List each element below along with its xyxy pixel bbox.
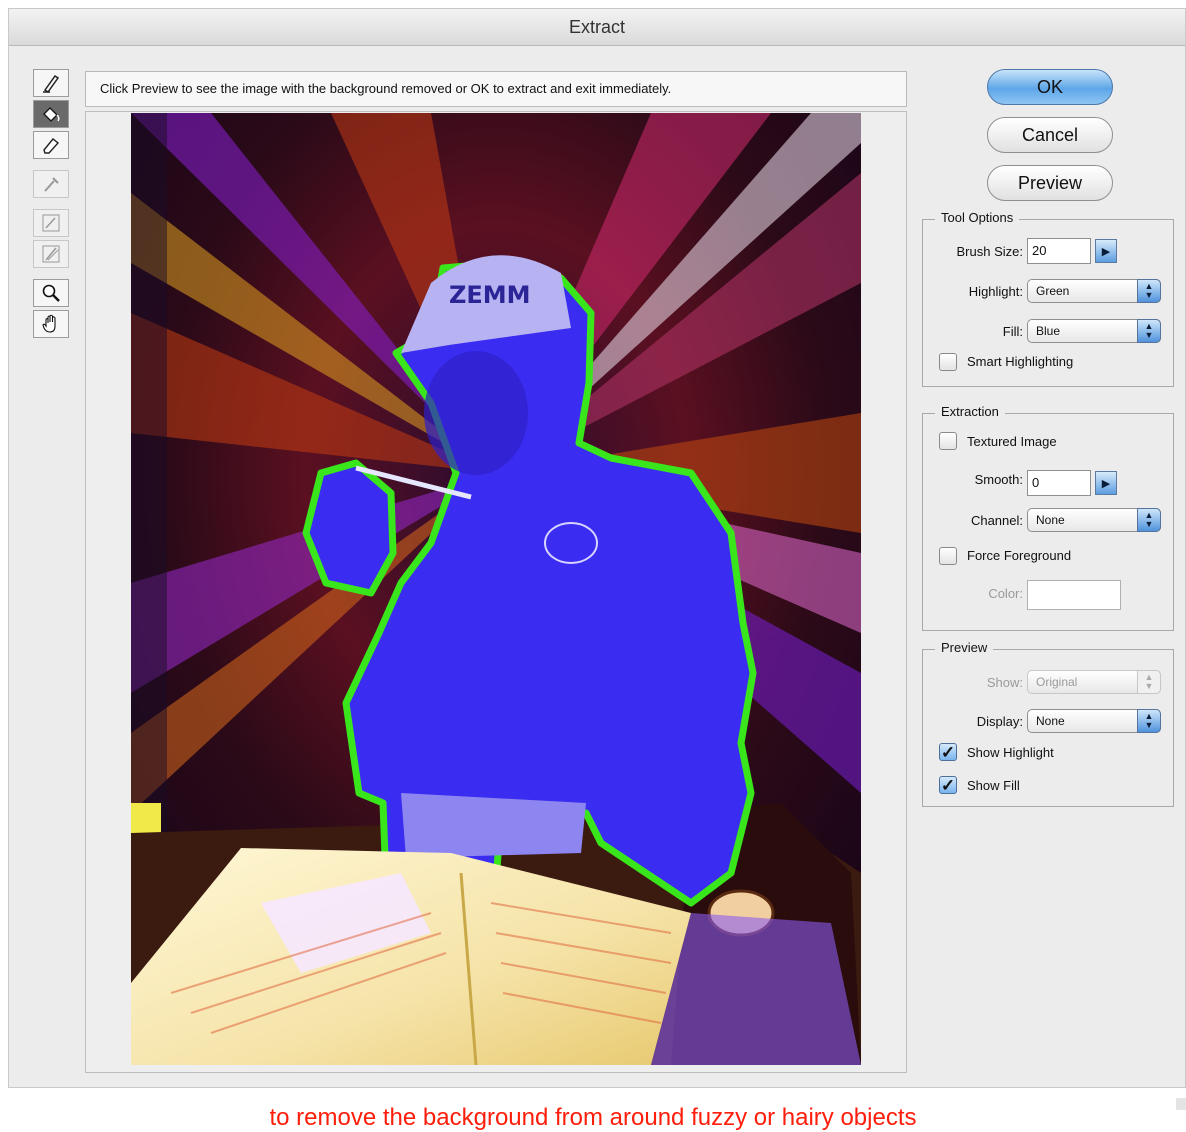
updown-arrows-icon: ▲ ▼ <box>1137 319 1161 343</box>
extract-image[interactable]: ZEMM <box>131 113 861 1065</box>
preview-button[interactable]: Preview <box>987 165 1113 201</box>
tool-palette <box>33 69 73 341</box>
preview-group: Preview Show: Original ▲ ▼ Display: None … <box>922 640 1174 807</box>
tool-options-group: Tool Options Brush Size: 20 ▶ Highlight:… <box>922 210 1174 387</box>
tool-options-legend: Tool Options <box>935 210 1020 225</box>
updown-arrows-icon: ▲ ▼ <box>1137 279 1161 303</box>
ok-button[interactable]: OK <box>987 69 1113 105</box>
tutorial-caption: to remove the background from around fuz… <box>269 1104 917 1131</box>
paint-bucket-icon <box>43 107 60 122</box>
color-label: Color: <box>988 586 1023 601</box>
cleanup-icon <box>42 214 60 232</box>
display-label: Display: <box>976 714 1023 729</box>
edge-touchup-icon <box>42 245 60 263</box>
updown-arrows-icon: ▲ ▼ <box>1137 709 1161 733</box>
extract-dialog: Extract Click Preview to see the image w… <box>8 8 1186 1088</box>
show-label: Show: <box>986 675 1023 690</box>
smart-highlighting-label: Smart Highlighting <box>967 354 1074 369</box>
zoom-tool[interactable] <box>33 279 69 307</box>
highlight-label: Highlight: <box>968 284 1023 299</box>
image-preview-area[interactable]: ZEMM <box>85 111 907 1073</box>
edge-highlighter-icon <box>43 74 60 94</box>
force-foreground-label: Force Foreground <box>967 548 1072 563</box>
cleanup-tool[interactable] <box>33 209 69 237</box>
instruction-text: Click Preview to see the image with the … <box>85 71 907 107</box>
extraction-group: Extraction Textured Image Smooth: 0 ▶ Ch… <box>922 404 1174 631</box>
updown-arrows-icon: ▲ ▼ <box>1137 508 1161 532</box>
smart-highlighting-checkbox[interactable] <box>939 353 957 371</box>
updown-arrows-icon: ▲ ▼ <box>1137 670 1161 694</box>
display-value: None <box>1036 714 1065 728</box>
textured-image-label: Textured Image <box>967 434 1057 449</box>
cancel-button[interactable]: Cancel <box>987 117 1113 153</box>
resize-corner[interactable] <box>1176 1098 1186 1110</box>
smooth-label: Smooth: <box>974 472 1023 487</box>
fill-value: Blue <box>1036 324 1061 338</box>
eraser-icon <box>43 138 60 154</box>
show-highlight-label: Show Highlight <box>967 745 1054 760</box>
cap-lettering: ZEMM <box>449 281 531 309</box>
force-foreground-checkbox[interactable] <box>939 547 957 565</box>
checkmark-icon: ✓ <box>940 742 956 762</box>
show-fill-label: Show Fill <box>967 778 1020 793</box>
show-select[interactable]: Original ▲ ▼ <box>1027 670 1161 694</box>
show-value: Original <box>1036 675 1078 689</box>
brush-size-input[interactable]: 20 <box>1027 238 1091 264</box>
display-select[interactable]: None ▲ ▼ <box>1027 709 1161 733</box>
color-swatch[interactable] <box>1027 580 1121 610</box>
textured-image-checkbox[interactable] <box>939 432 957 450</box>
preview-legend: Preview <box>935 640 994 655</box>
magnifier-icon <box>42 284 60 302</box>
eraser-tool[interactable] <box>33 131 69 159</box>
brush-size-label: Brush Size: <box>956 244 1023 259</box>
highlight-value: Green <box>1036 284 1070 298</box>
highlight-select[interactable]: Green ▲ ▼ <box>1027 279 1161 303</box>
channel-select[interactable]: None ▲ ▼ <box>1027 508 1161 532</box>
eyedropper-icon <box>44 177 59 192</box>
smooth-slider-button[interactable]: ▶ <box>1095 471 1117 495</box>
channel-label: Channel: <box>970 513 1023 528</box>
extraction-legend: Extraction <box>935 404 1005 419</box>
eyedropper-tool[interactable] <box>33 170 69 198</box>
fill-label: Fill: <box>1002 324 1023 339</box>
hand-tool[interactable] <box>33 310 69 338</box>
dialog-title: Extract <box>9 9 1185 46</box>
fill-select[interactable]: Blue ▲ ▼ <box>1027 319 1161 343</box>
smooth-input[interactable]: 0 <box>1027 470 1091 496</box>
edge-touchup-tool[interactable] <box>33 240 69 268</box>
photo-canvas: ZEMM <box>131 113 861 1065</box>
fill-tool[interactable] <box>33 100 69 128</box>
show-highlight-checkbox[interactable]: ✓ <box>939 743 957 761</box>
show-fill-checkbox[interactable]: ✓ <box>939 776 957 794</box>
channel-value: None <box>1036 513 1065 527</box>
edge-highlighter-tool[interactable] <box>33 69 69 97</box>
checkmark-icon: ✓ <box>940 775 956 795</box>
hand-icon <box>42 314 56 333</box>
brush-size-slider-button[interactable]: ▶ <box>1095 239 1117 263</box>
